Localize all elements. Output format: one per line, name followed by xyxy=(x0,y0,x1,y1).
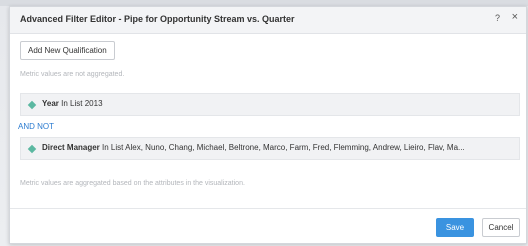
help-icon[interactable]: ? xyxy=(495,13,500,23)
attribute-diamond-icon xyxy=(27,100,37,110)
qualification-text: Direct Manager In List Alex, Nuno, Chang… xyxy=(42,143,465,152)
aggregation-note-bottom: Metric values are aggregated based on th… xyxy=(20,180,245,187)
qualification-operator: In List xyxy=(102,143,124,152)
attribute-diamond-icon xyxy=(27,144,37,154)
save-button[interactable]: Save xyxy=(436,218,474,237)
and-not-operator-link[interactable]: AND NOT xyxy=(18,122,54,131)
footer-divider xyxy=(10,208,526,209)
add-new-qualification-button[interactable]: Add New Qualification xyxy=(20,41,115,60)
cancel-button[interactable]: Cancel xyxy=(482,218,520,237)
qualification-text: Year In List 2013 xyxy=(42,99,103,108)
aggregation-note-top: Metric values are not aggregated. xyxy=(20,71,125,78)
advanced-filter-dialog: Advanced Filter Editor - Pipe for Opport… xyxy=(9,6,527,244)
qualification-row-year[interactable]: Year In List 2013 xyxy=(20,93,520,116)
close-icon[interactable]: × xyxy=(512,12,518,23)
qualification-attribute: Year xyxy=(42,99,59,108)
qualification-row-direct-manager[interactable]: Direct Manager In List Alex, Nuno, Chang… xyxy=(20,137,520,160)
dialog-title: Advanced Filter Editor - Pipe for Opport… xyxy=(20,14,295,24)
qualification-operator: In List xyxy=(61,99,83,108)
qualification-values: 2013 xyxy=(84,99,103,108)
dialog-titlebar: Advanced Filter Editor - Pipe for Opport… xyxy=(10,7,526,34)
qualification-values: Alex, Nuno, Chang, Michael, Beltrone, Ma… xyxy=(125,143,465,152)
qualification-attribute: Direct Manager xyxy=(42,143,100,152)
